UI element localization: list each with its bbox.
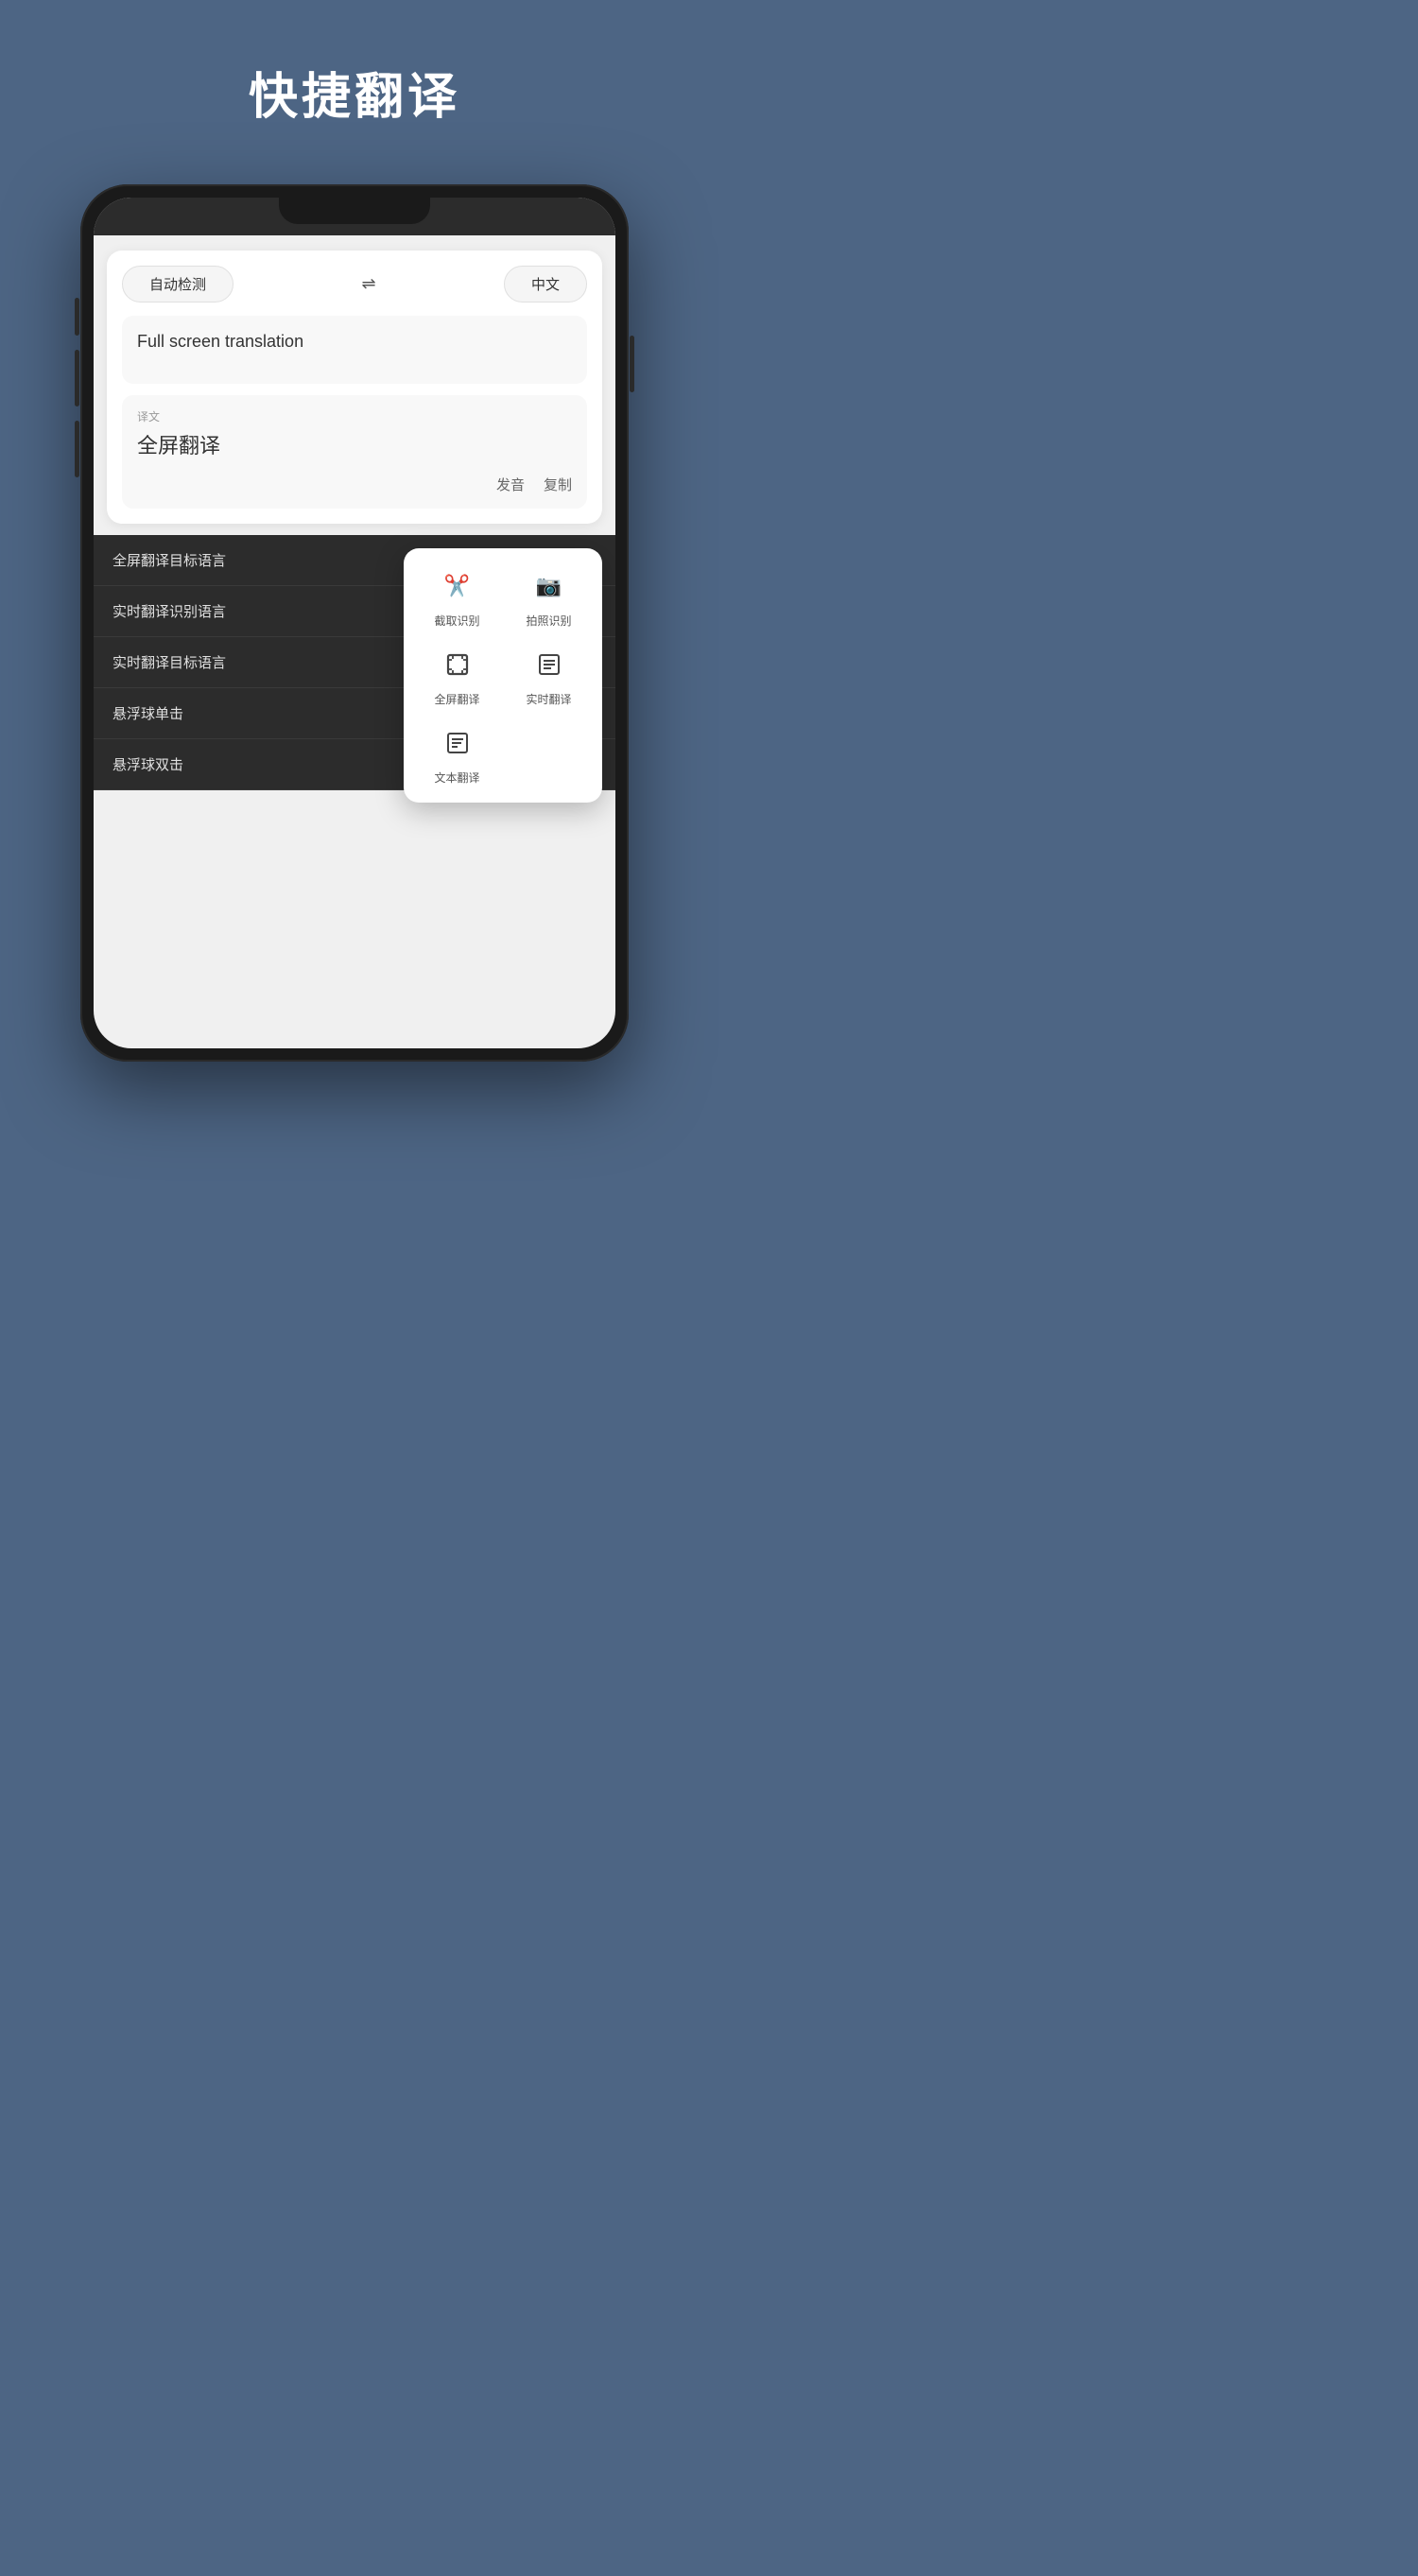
source-language-button[interactable]: 自动检测 [122, 266, 233, 303]
phone-mockup: 自动检测 ⇌ 中文 Full screen translation 译文 全屏翻… [80, 184, 629, 1062]
page-title: 快捷翻译 [249, 57, 460, 128]
text-icon [437, 722, 478, 764]
translation-output-area: 译文 全屏翻译 发音 复制 [122, 395, 587, 509]
quick-item-photo[interactable]: 📷 拍照识别 [510, 565, 587, 629]
quick-item-capture[interactable]: ✂️ 截取识别 [419, 565, 495, 629]
phone-frame: 自动检测 ⇌ 中文 Full screen translation 译文 全屏翻… [80, 184, 629, 1062]
realtime-icon [528, 644, 570, 685]
target-language-button[interactable]: 中文 [504, 266, 587, 303]
quick-item-realtime[interactable]: 实时翻译 [510, 644, 587, 707]
quick-item-text[interactable]: 文本翻译 [419, 722, 495, 786]
copy-button[interactable]: 复制 [544, 475, 572, 494]
output-actions: 发音 复制 [137, 475, 572, 494]
translated-text: 全屏翻译 [137, 430, 572, 461]
photo-label: 拍照识别 [526, 613, 571, 629]
photo-icon: 📷 [528, 565, 570, 607]
realtime-label: 实时翻译 [526, 691, 571, 707]
phone-notch [279, 198, 430, 224]
fullscreen-label: 全屏翻译 [434, 691, 479, 707]
power-button [630, 336, 634, 392]
phone-screen: 自动检测 ⇌ 中文 Full screen translation 译文 全屏翻… [94, 198, 615, 1048]
volume-up-button [75, 350, 79, 406]
output-label: 译文 [137, 408, 572, 424]
swap-languages-icon[interactable]: ⇌ [361, 274, 375, 294]
quick-action-menu: ✂️ 截取识别 📷 拍照识别 全屏翻译 [404, 548, 602, 803]
fullscreen-icon [437, 644, 478, 685]
volume-silent-button [75, 298, 79, 336]
capture-label: 截取识别 [434, 613, 479, 629]
settings-label-realtime-source: 实时翻译识别语言 [112, 601, 226, 621]
settings-label-float-double: 悬浮球双击 [112, 754, 183, 774]
settings-label-fullscreen-target: 全屏翻译目标语言 [112, 550, 226, 570]
text-label: 文本翻译 [434, 769, 479, 786]
pronounce-button[interactable]: 发音 [496, 475, 525, 494]
quick-item-fullscreen[interactable]: 全屏翻译 [419, 644, 495, 707]
settings-label-realtime-target: 实时翻译目标语言 [112, 652, 226, 672]
source-text: Full screen translation [137, 329, 572, 354]
translation-card: 自动检测 ⇌ 中文 Full screen translation 译文 全屏翻… [107, 251, 602, 524]
capture-icon: ✂️ [437, 565, 478, 607]
volume-down-button [75, 421, 79, 477]
language-bar: 自动检测 ⇌ 中文 [122, 266, 587, 303]
translation-input-area[interactable]: Full screen translation [122, 316, 587, 384]
settings-label-float-single: 悬浮球单击 [112, 703, 183, 723]
